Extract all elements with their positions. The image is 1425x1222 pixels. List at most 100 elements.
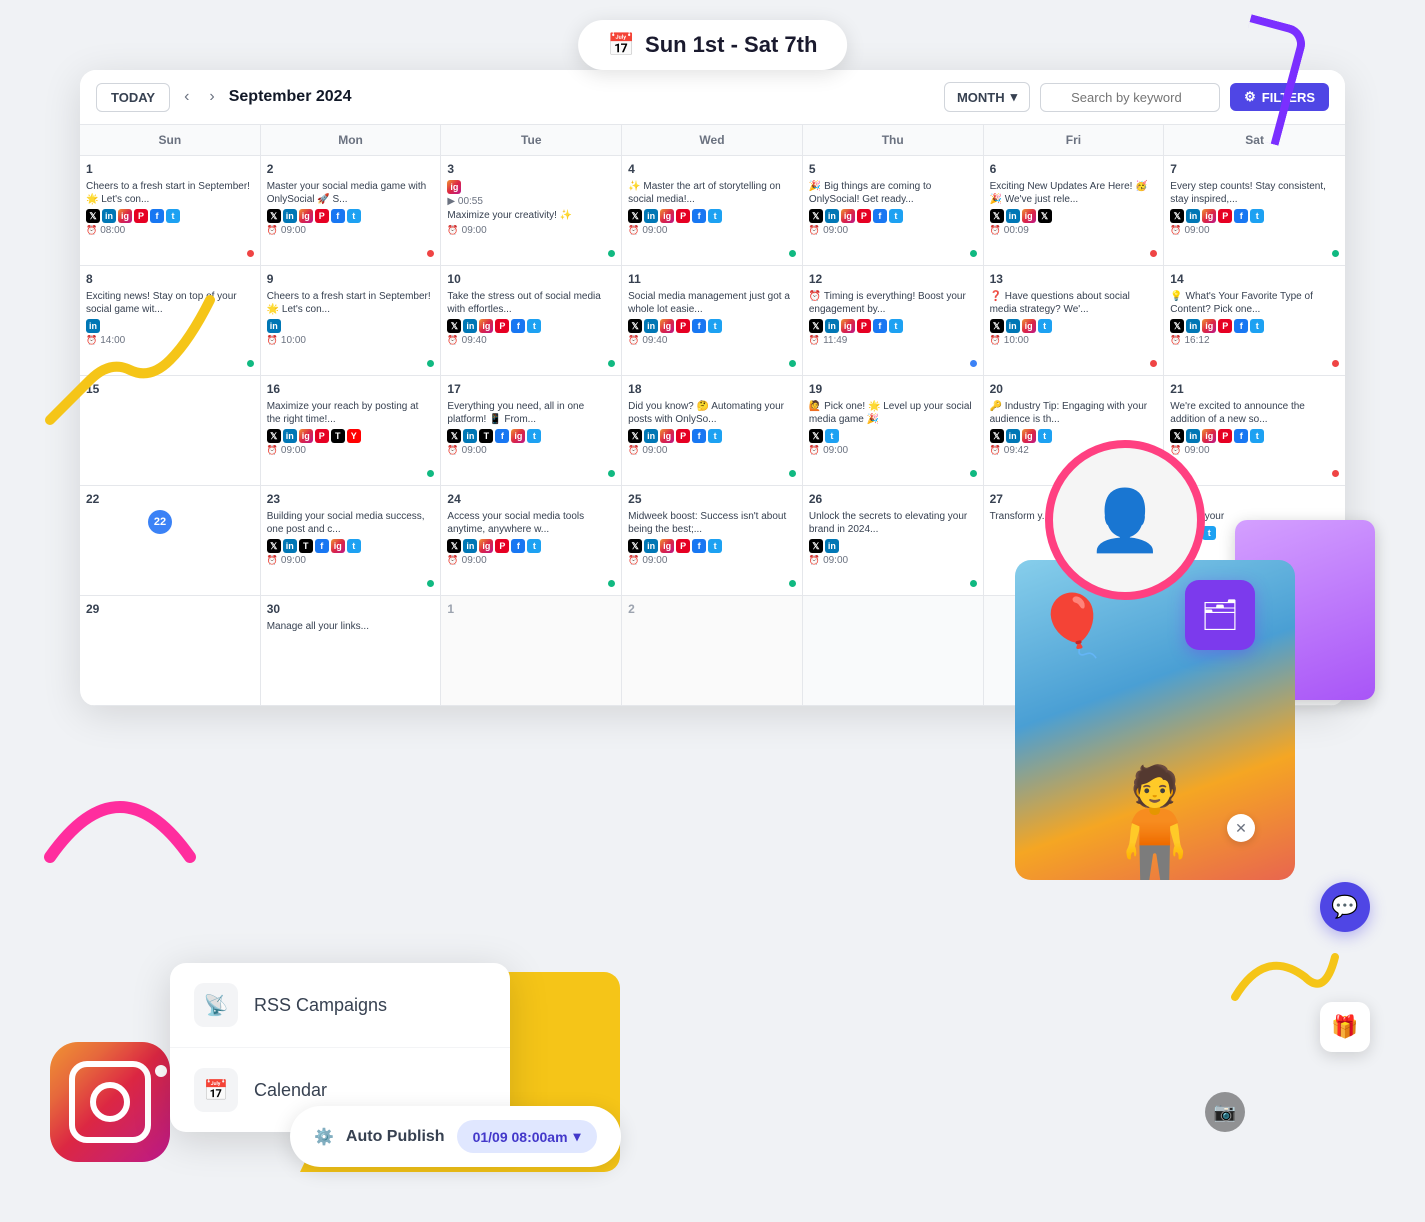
cell-sep-14: 14 💡 What's Your Favorite Type of Conten…: [1164, 266, 1345, 376]
linkedin-icon: in: [283, 429, 297, 443]
facebook-icon: f: [331, 209, 345, 223]
cell-sep-6: 6 Exciting New Updates Are Here! 🥳🎉 We'v…: [984, 156, 1165, 266]
twitter2-icon: t: [1250, 319, 1264, 333]
auto-publish-label: Auto Publish: [346, 1128, 445, 1146]
status-dot: [427, 250, 434, 257]
deco-wave-yellow: [30, 280, 230, 445]
instagram-icon-sm: ig: [447, 180, 461, 194]
rss-icon: 📡: [194, 983, 238, 1027]
pinterest-icon: P: [857, 209, 871, 223]
status-dot: [970, 250, 977, 257]
close-overlay-button[interactable]: ✕: [1227, 814, 1255, 842]
twitter-icon: 𝕏: [447, 539, 461, 553]
day-header-fri: Fri: [984, 125, 1165, 156]
twitter-icon: 𝕏: [809, 319, 823, 333]
status-dot: [1150, 360, 1157, 367]
cell-sep-19: 19 🙋 Pick one! 🌟 Level up your social me…: [803, 376, 984, 486]
month-view-dropdown[interactable]: MONTH ▾: [944, 82, 1030, 112]
cell-sep-18: 18 Did you know? 🤔 Automating your posts…: [622, 376, 803, 486]
linkedin-icon: in: [825, 539, 839, 553]
prev-button[interactable]: ‹: [178, 84, 195, 110]
cell-sep-10: 10 Take the stress out of social media w…: [441, 266, 622, 376]
status-dot: [970, 470, 977, 477]
instagram-icon-sm: ig: [331, 539, 345, 553]
twitter2-icon: t: [708, 319, 722, 333]
twitter2-icon: t: [825, 429, 839, 443]
twitter2-icon: t: [708, 209, 722, 223]
twitter-icon: 𝕏: [628, 319, 642, 333]
status-dot: [608, 360, 615, 367]
facebook-icon: f: [692, 539, 706, 553]
twitter-icon: 𝕏: [628, 539, 642, 553]
profile-overlay: 🗂: [1045, 440, 1265, 660]
status-dot: [789, 470, 796, 477]
facebook-icon: f: [495, 429, 509, 443]
cell-sep-16: 16 Maximize your reach by posting at the…: [261, 376, 442, 486]
auto-publish-time[interactable]: 01/09 08:00am ▾: [457, 1120, 597, 1153]
twitter-icon: 𝕏: [628, 209, 642, 223]
facebook-icon: f: [1234, 209, 1248, 223]
profile-avatar: [1045, 440, 1205, 600]
twitter-icon: 𝕏: [1170, 209, 1184, 223]
pinterest-icon: P: [676, 319, 690, 333]
menu-item-rss[interactable]: 📡 RSS Campaigns: [170, 963, 510, 1048]
cell-sep-30: 30 Manage all your links...: [261, 596, 442, 706]
next-button[interactable]: ›: [203, 84, 220, 110]
facebook-icon: f: [692, 429, 706, 443]
facebook-icon: f: [873, 209, 887, 223]
status-dot: [247, 360, 254, 367]
linkedin-icon: in: [283, 539, 297, 553]
instagram-icon-sm: ig: [1022, 319, 1036, 333]
today-button[interactable]: TODAY: [96, 83, 170, 112]
search-input[interactable]: [1040, 83, 1220, 112]
cell-sep-29: 29: [80, 596, 261, 706]
linkedin-icon: in: [283, 209, 297, 223]
twitter2-icon: t: [347, 539, 361, 553]
cell-sep-3: 3 ig ▶ 00:55 Maximize your creativity! ✨…: [441, 156, 622, 266]
chat-bubble-button[interactable]: 💬: [1320, 882, 1370, 932]
instagram-app-icon[interactable]: [50, 1042, 170, 1162]
twitter-icon: 𝕏: [267, 209, 281, 223]
auto-publish-icon: ⚙️: [314, 1127, 334, 1147]
instagram-icon-sm: ig: [1202, 209, 1216, 223]
linkedin-icon: in: [1006, 429, 1020, 443]
facebook-icon: f: [692, 209, 706, 223]
facebook-icon: f: [1234, 319, 1248, 333]
cell-sep-9: 9 Cheers to a fresh start in September! …: [261, 266, 442, 376]
instagram-icon-sm: ig: [1022, 209, 1036, 223]
pinterest-icon: P: [676, 429, 690, 443]
content-library-icon[interactable]: 🗂: [1185, 580, 1255, 650]
twitter-icon: 𝕏: [809, 539, 823, 553]
twitter2-icon: t: [527, 319, 541, 333]
twitter-icon2: 𝕏: [1038, 209, 1052, 223]
facebook-icon: f: [511, 319, 525, 333]
day-header-thu: Thu: [803, 125, 984, 156]
camera-button[interactable]: 📷: [1205, 1092, 1245, 1132]
calendar-icon: 📅: [608, 32, 635, 58]
gift-icon-badge[interactable]: 🎁: [1320, 1002, 1370, 1052]
pinterest-icon: P: [1218, 209, 1232, 223]
twitter-icon: 𝕏: [809, 209, 823, 223]
status-dot: [427, 470, 434, 477]
twitter2-icon: t: [527, 539, 541, 553]
status-dot: [608, 250, 615, 257]
day-headers: Sun Mon Tue Wed Thu Fri Sat: [80, 125, 1345, 156]
instagram-icon-sm: ig: [1202, 319, 1216, 333]
dropdown-chevron-icon: ▾: [574, 1128, 581, 1145]
instagram-icon-sm: ig: [479, 539, 493, 553]
linkedin-icon: in: [644, 429, 658, 443]
instagram-icon-sm: ig: [299, 209, 313, 223]
linkedin-icon: in: [1006, 209, 1020, 223]
tiktok-icon: T: [479, 429, 493, 443]
status-dot: [1332, 360, 1339, 367]
linkedin-icon: in: [1006, 319, 1020, 333]
calendar-header: TODAY ‹ › September 2024 MONTH ▾ ⚙ FILTE…: [80, 70, 1345, 125]
twitter-icon: 𝕏: [447, 319, 461, 333]
instagram-dot: [155, 1065, 167, 1077]
calendar-menu-icon: 📅: [194, 1068, 238, 1112]
linkedin-icon: in: [267, 319, 281, 333]
cell-sep-25: 25 Midweek boost: Success isn't about be…: [622, 486, 803, 596]
twitter-icon: 𝕏: [628, 429, 642, 443]
cell-sep-4: 4 ✨ Master the art of storytelling on so…: [622, 156, 803, 266]
twitter-icon: 𝕏: [990, 209, 1004, 223]
